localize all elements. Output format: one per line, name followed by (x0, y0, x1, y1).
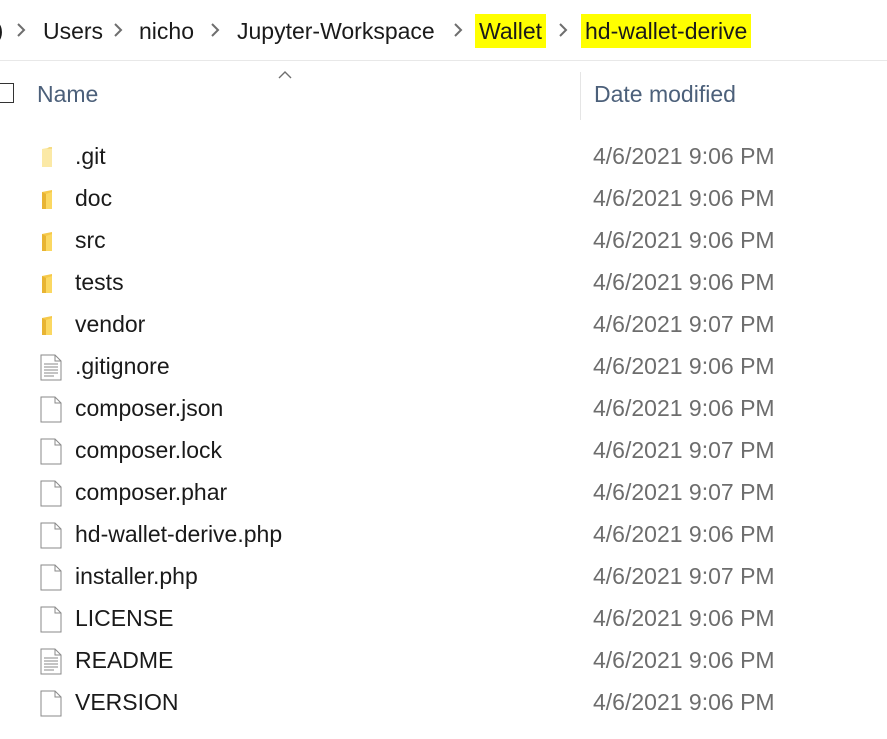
file-row[interactable]: tests 4/6/2021 9:06 PM (0, 261, 887, 303)
file-name[interactable]: src (75, 225, 106, 255)
column-header-name[interactable]: Name (37, 81, 98, 108)
folder-icon (39, 185, 63, 213)
file-name[interactable]: README (75, 645, 173, 675)
breadcrumb-item-hd-wallet-derive[interactable]: hd-wallet-derive (581, 14, 752, 48)
file-date-modified: 4/6/2021 9:06 PM (593, 689, 775, 715)
file-date-modified: 4/6/2021 9:06 PM (593, 647, 775, 673)
file-date-modified: 4/6/2021 9:07 PM (593, 563, 775, 589)
file-row[interactable]: installer.php 4/6/2021 9:07 PM (0, 555, 887, 597)
file-icon (39, 689, 63, 717)
folder-light-icon (39, 143, 63, 171)
breadcrumb-item-nicho[interactable]: nicho (139, 14, 194, 48)
breadcrumb-overflow-edge[interactable]: ) (0, 18, 3, 44)
file-date-modified: 4/6/2021 9:06 PM (593, 227, 775, 253)
file-row[interactable]: README 4/6/2021 9:06 PM (0, 639, 887, 681)
file-icon (39, 395, 63, 423)
file-name[interactable]: vendor (75, 309, 145, 339)
folder-icon (39, 227, 63, 255)
file-date-modified: 4/6/2021 9:07 PM (593, 437, 775, 463)
file-name[interactable]: installer.php (75, 561, 198, 591)
sort-ascending-icon[interactable] (278, 66, 292, 79)
file-icon (39, 521, 63, 549)
chevron-right-icon[interactable] (112, 23, 124, 37)
breadcrumb: ) Users nicho Jupyter-Workspace Wallet h… (0, 0, 887, 60)
breadcrumb-item-users[interactable]: Users (43, 14, 103, 48)
breadcrumb-item-wallet[interactable]: Wallet (475, 14, 547, 48)
file-row[interactable]: .git 4/6/2021 9:06 PM (0, 135, 887, 177)
file-name[interactable]: doc (75, 183, 112, 213)
file-date-modified: 4/6/2021 9:06 PM (593, 143, 775, 169)
select-all-checkbox[interactable] (0, 83, 14, 103)
folder-icon (39, 269, 63, 297)
file-date-modified: 4/6/2021 9:06 PM (593, 269, 775, 295)
file-name[interactable]: tests (75, 267, 124, 297)
file-name[interactable]: LICENSE (75, 603, 173, 633)
text-file-icon (39, 353, 63, 381)
file-name[interactable]: composer.json (75, 393, 223, 423)
folder-icon (39, 311, 63, 339)
file-icon (39, 437, 63, 465)
file-date-modified: 4/6/2021 9:06 PM (593, 185, 775, 211)
file-name[interactable]: VERSION (75, 687, 179, 717)
file-row[interactable]: composer.lock 4/6/2021 9:07 PM (0, 429, 887, 471)
column-header-date-modified[interactable]: Date modified (594, 81, 736, 108)
file-row[interactable]: doc 4/6/2021 9:06 PM (0, 177, 887, 219)
chevron-right-icon[interactable] (15, 23, 27, 37)
file-date-modified: 4/6/2021 9:07 PM (593, 311, 775, 337)
file-date-modified: 4/6/2021 9:06 PM (593, 395, 775, 421)
file-name[interactable]: .git (75, 141, 106, 171)
file-row[interactable]: .gitignore 4/6/2021 9:06 PM (0, 345, 887, 387)
chevron-right-icon[interactable] (557, 23, 569, 37)
file-icon (39, 479, 63, 507)
file-date-modified: 4/6/2021 9:06 PM (593, 521, 775, 547)
file-row[interactable]: src 4/6/2021 9:06 PM (0, 219, 887, 261)
file-row[interactable]: composer.json 4/6/2021 9:06 PM (0, 387, 887, 429)
column-resize-handle[interactable] (580, 72, 581, 120)
file-row[interactable]: composer.phar 4/6/2021 9:07 PM (0, 471, 887, 513)
text-file-icon (39, 647, 63, 675)
file-date-modified: 4/6/2021 9:06 PM (593, 353, 775, 379)
file-icon (39, 563, 63, 591)
file-row[interactable]: vendor 4/6/2021 9:07 PM (0, 303, 887, 345)
file-name[interactable]: hd-wallet-derive.php (75, 519, 282, 549)
file-row[interactable]: hd-wallet-derive.php 4/6/2021 9:06 PM (0, 513, 887, 555)
breadcrumb-item-jupyter-workspace[interactable]: Jupyter-Workspace (237, 14, 435, 48)
file-icon (39, 605, 63, 633)
file-date-modified: 4/6/2021 9:06 PM (593, 605, 775, 631)
column-header (0, 61, 887, 131)
file-date-modified: 4/6/2021 9:07 PM (593, 479, 775, 505)
file-row[interactable]: LICENSE 4/6/2021 9:06 PM (0, 597, 887, 639)
file-name[interactable]: composer.phar (75, 477, 227, 507)
chevron-right-icon[interactable] (452, 23, 464, 37)
file-name[interactable]: composer.lock (75, 435, 222, 465)
chevron-right-icon[interactable] (209, 23, 221, 37)
file-name[interactable]: .gitignore (75, 351, 170, 381)
file-row[interactable]: VERSION 4/6/2021 9:06 PM (0, 681, 887, 723)
